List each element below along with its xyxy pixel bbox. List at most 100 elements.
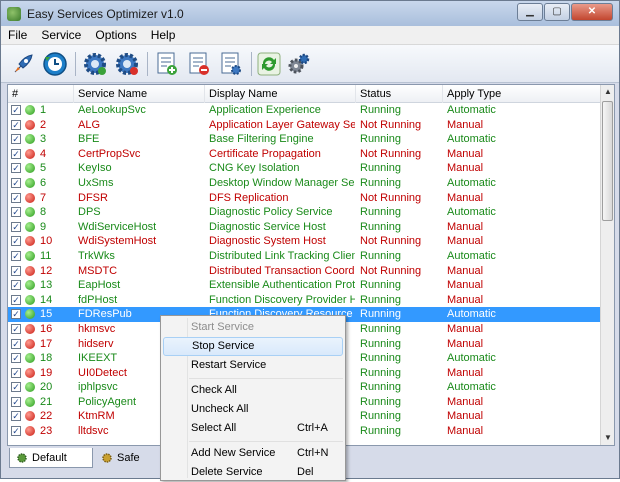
scroll-down-icon[interactable]: ▼	[601, 431, 614, 445]
row-number: 14	[40, 293, 53, 306]
status-dot-icon	[25, 236, 35, 247]
menu-item-uncheck-all[interactable]: Uncheck All	[163, 400, 343, 419]
row-apply-type: Automatic	[447, 104, 496, 116]
status-dot-icon	[25, 396, 35, 407]
row-display-name: Application Experience	[209, 104, 321, 116]
row-apply-type: Automatic	[447, 308, 496, 321]
restore-clock-icon[interactable]	[41, 50, 69, 78]
row-apply-type: Automatic	[447, 206, 496, 219]
row-status: Not Running	[360, 264, 422, 277]
row-checkbox[interactable]: ✓	[11, 367, 21, 378]
row-number: 1	[40, 104, 47, 116]
table-row[interactable]: ✓ 12 MSDTC Distributed Transaction Coordin.…	[8, 264, 602, 279]
row-checkbox[interactable]: ✓	[11, 236, 21, 247]
row-checkbox[interactable]: ✓	[11, 411, 21, 422]
list-settings-icon[interactable]	[217, 50, 245, 78]
row-checkbox[interactable]: ✓	[11, 280, 21, 291]
gear-icon	[17, 452, 27, 463]
row-checkbox[interactable]: ✓	[11, 265, 21, 276]
status-dot-icon	[25, 309, 35, 320]
table-row[interactable]: ✓ 4 CertPropSvc Certificate Propagation Not …	[8, 147, 602, 162]
col-status[interactable]: Status	[356, 85, 443, 103]
row-service-name: CertPropSvc	[78, 147, 141, 160]
table-row[interactable]: ✓ 9 WdiServiceHost Diagnostic Service Host R…	[8, 220, 602, 235]
row-number: 8	[40, 206, 47, 219]
gear-red-icon[interactable]	[113, 50, 141, 78]
col-apply-type[interactable]: Apply Type	[443, 85, 602, 103]
table-row[interactable]: ✓ 3 BFE Base Filtering Engine Running Automat…	[8, 132, 602, 147]
menu-service[interactable]: Service	[34, 28, 88, 42]
menu-item-stop-service[interactable]: Stop Service	[163, 337, 343, 356]
menu-item-restart-service[interactable]: Restart Service	[163, 356, 343, 375]
table-row[interactable]: ✓ 13 EapHost Extensible Authentication Prot…	[8, 278, 602, 293]
row-checkbox[interactable]: ✓	[11, 250, 21, 261]
row-status: Not Running	[360, 147, 422, 160]
row-checkbox[interactable]: ✓	[11, 338, 21, 349]
row-checkbox[interactable]: ✓	[11, 192, 21, 203]
row-checkbox[interactable]: ✓	[11, 221, 21, 232]
row-checkbox[interactable]: ✓	[11, 105, 21, 115]
row-checkbox[interactable]: ✓	[11, 119, 21, 130]
row-status: Running	[360, 395, 401, 408]
row-checkbox[interactable]: ✓	[11, 323, 21, 334]
menu-item-delete-service[interactable]: Delete Service Del	[163, 463, 343, 482]
window-title: Easy Services Optimizer v1.0	[27, 6, 184, 21]
row-checkbox[interactable]: ✓	[11, 148, 21, 159]
col-number[interactable]: #	[8, 85, 74, 103]
table-row[interactable]: ✓ 14 fdPHost Function Discovery Provider Ho…	[8, 293, 602, 308]
rocket-icon[interactable]	[9, 50, 37, 78]
row-apply-type: Manual	[447, 337, 484, 350]
row-checkbox[interactable]: ✓	[11, 177, 21, 188]
row-status: Running	[360, 176, 401, 189]
row-display-name: Function Discovery Provider Host	[209, 293, 355, 306]
menu-item-add-new-service[interactable]: Add New Service Ctrl+N	[163, 444, 343, 463]
col-display-name[interactable]: Display Name	[205, 85, 356, 103]
row-status: Running	[360, 381, 401, 394]
tab-default[interactable]: Default	[9, 448, 93, 468]
scroll-thumb[interactable]	[602, 101, 613, 221]
row-display-name: Distributed Link Tracking Client	[209, 249, 355, 262]
row-checkbox[interactable]: ✓	[11, 353, 21, 364]
menu-item-check-all[interactable]: Check All	[163, 381, 343, 400]
table-row[interactable]: ✓ 10 WdiSystemHost Diagnostic System Host No…	[8, 234, 602, 249]
table-row[interactable]: ✓ 2 ALG Application Layer Gateway Ser... Not…	[8, 118, 602, 133]
list-add-icon[interactable]	[153, 50, 181, 78]
row-status: Running	[360, 322, 401, 335]
row-checkbox[interactable]: ✓	[11, 396, 21, 407]
gear-blue-icon[interactable]	[81, 50, 109, 78]
vertical-scrollbar[interactable]: ▲ ▼	[600, 85, 614, 445]
row-checkbox[interactable]: ✓	[11, 163, 21, 174]
table-row[interactable]: ✓ 7 DFSR DFS Replication Not Running Manual	[8, 191, 602, 206]
table-row[interactable]: ✓ 1 AeLookupSvc Application Experience Runni…	[8, 103, 602, 118]
refresh-icon[interactable]	[255, 50, 283, 78]
maximize-button[interactable]: ▢	[544, 3, 570, 21]
list-remove-icon[interactable]	[185, 50, 213, 78]
table-row[interactable]: ✓ 5 KeyIso CNG Key Isolation Running Manual	[8, 161, 602, 176]
row-checkbox[interactable]: ✓	[11, 294, 21, 305]
row-checkbox[interactable]: ✓	[11, 426, 21, 437]
close-button[interactable]: ✕	[571, 3, 613, 21]
row-display-name: CNG Key Isolation	[209, 162, 300, 175]
row-checkbox[interactable]: ✓	[11, 309, 21, 320]
col-service-name[interactable]: Service Name	[74, 85, 205, 103]
scroll-up-icon[interactable]: ▲	[601, 85, 614, 99]
row-checkbox[interactable]: ✓	[11, 382, 21, 393]
row-checkbox[interactable]: ✓	[11, 207, 21, 218]
row-status: Running	[360, 162, 401, 175]
settings-icon[interactable]	[285, 50, 313, 78]
minimize-button[interactable]: ▁	[517, 3, 543, 21]
menu-options[interactable]: Options	[88, 28, 143, 42]
menu-item-select-all[interactable]: Select All Ctrl+A	[163, 419, 343, 438]
row-number: 20	[40, 381, 53, 394]
row-checkbox[interactable]: ✓	[11, 134, 21, 145]
row-number: 13	[40, 279, 53, 292]
menu-file[interactable]: File	[1, 28, 34, 42]
table-row[interactable]: ✓ 11 TrkWks Distributed Link Tracking Clien…	[8, 249, 602, 264]
tab-safe[interactable]: Safe	[95, 448, 155, 468]
table-row[interactable]: ✓ 6 UxSms Desktop Window Manager Sess... Run…	[8, 176, 602, 191]
menu-help[interactable]: Help	[144, 28, 183, 42]
row-number: 5	[40, 162, 47, 175]
table-row[interactable]: ✓ 8 DPS Diagnostic Policy Service Running Aut…	[8, 205, 602, 220]
row-display-name: Diagnostic Policy Service	[209, 206, 333, 219]
title-bar[interactable]: Easy Services Optimizer v1.0 ▁ ▢ ✕	[1, 1, 619, 26]
